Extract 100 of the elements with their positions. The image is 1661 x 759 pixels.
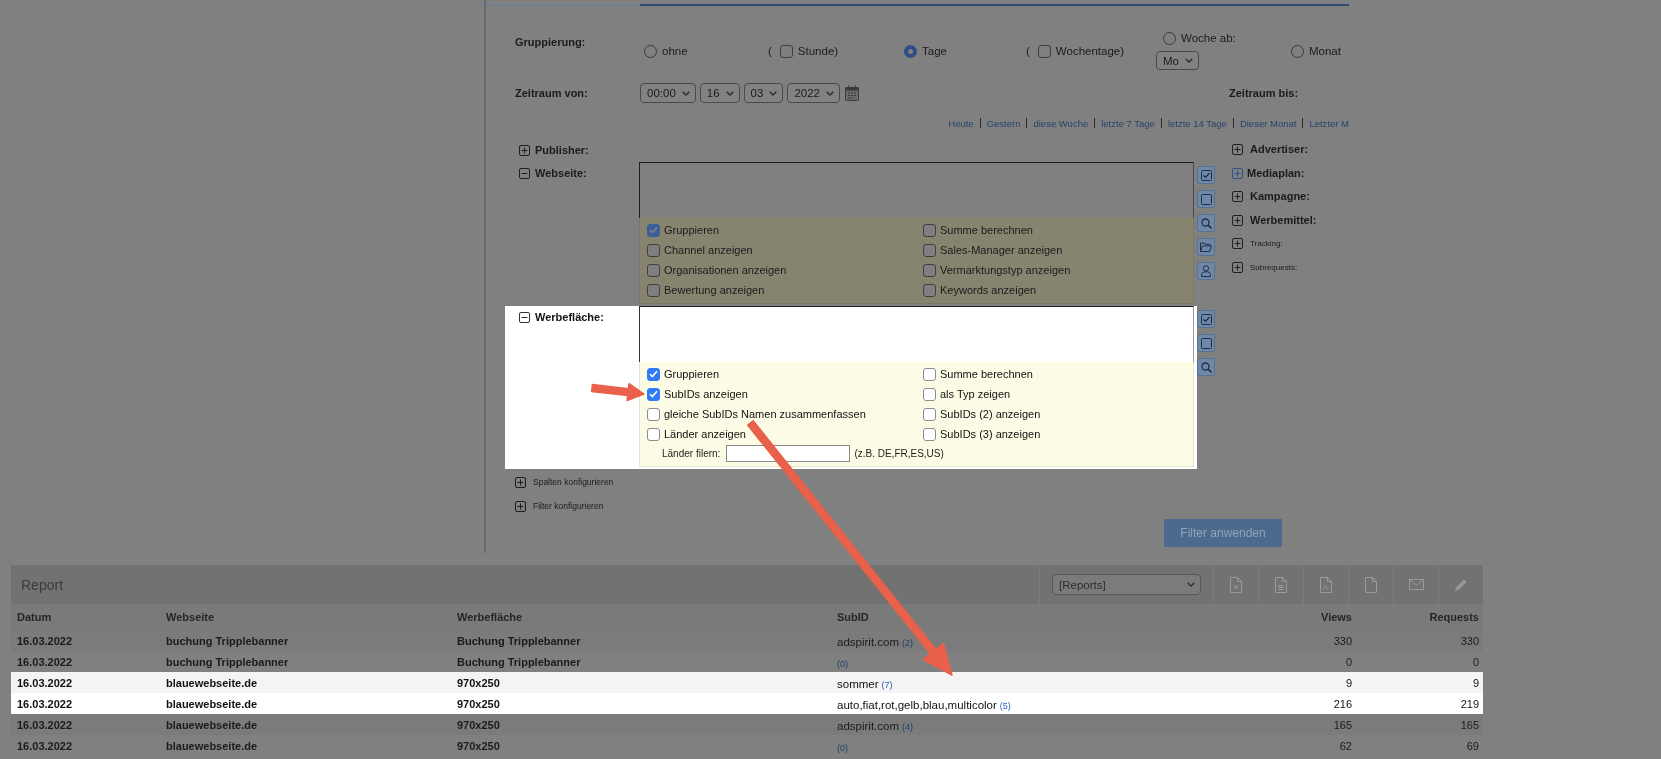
date-range-link[interactable]: letzte 7 Tage xyxy=(1101,117,1155,129)
section-label[interactable]: Webseite: xyxy=(535,167,587,180)
option-label[interactable]: Gruppieren xyxy=(664,223,720,237)
checkbox[interactable] xyxy=(923,407,936,421)
empty-box-icon[interactable] xyxy=(1197,334,1215,352)
option-label[interactable]: Bewertung anzeigen xyxy=(664,283,765,297)
checkbox[interactable] xyxy=(1037,45,1051,58)
checkbox[interactable] xyxy=(923,387,936,401)
file-x-icon[interactable] xyxy=(1230,576,1242,593)
section-label[interactable]: Filter konfigurieren xyxy=(533,501,604,511)
calendar-icon[interactable] xyxy=(844,85,859,101)
section-label[interactable]: Publisher: xyxy=(535,143,589,157)
document-icon[interactable] xyxy=(1275,576,1287,593)
section-label[interactable]: Advertiser: xyxy=(1250,143,1309,157)
option-label[interactable]: Monat xyxy=(1309,45,1341,58)
section-label[interactable]: Mediaplan: xyxy=(1247,166,1305,180)
expand-icon[interactable] xyxy=(1232,261,1243,273)
option-label[interactable]: Woche ab: xyxy=(1181,32,1236,45)
checkbox[interactable] xyxy=(923,367,936,381)
date-range-link[interactable]: letzte 14 Tage xyxy=(1167,117,1227,129)
checkbox[interactable] xyxy=(923,283,936,297)
option-label[interactable]: SubIDs anzeigen xyxy=(664,387,748,401)
date-range-link[interactable]: Heute xyxy=(948,117,974,129)
count-link[interactable]: (5) xyxy=(999,700,1011,711)
collapse-icon[interactable] xyxy=(519,312,530,323)
checkbox[interactable] xyxy=(647,367,660,381)
empty-box-icon[interactable] xyxy=(1197,190,1215,208)
mail-icon[interactable] xyxy=(1408,579,1424,590)
expand-icon[interactable] xyxy=(515,476,526,488)
column-header[interactable]: Webseite xyxy=(160,604,451,630)
radio-button[interactable] xyxy=(904,45,917,58)
option-label[interactable]: Stunde) xyxy=(797,45,839,58)
pencil-icon[interactable] xyxy=(1454,577,1468,592)
radio-button[interactable] xyxy=(1291,45,1304,58)
checkbox[interactable] xyxy=(779,45,793,58)
count-link[interactable]: (0) xyxy=(837,742,848,753)
list-field[interactable] xyxy=(639,162,1194,218)
option-label[interactable]: gleiche SubIDs Namen zusammenfassen xyxy=(664,407,866,421)
date-select[interactable]: 2022 xyxy=(787,83,840,103)
expand-icon[interactable] xyxy=(1232,167,1243,179)
option-label[interactable]: Wochentage) xyxy=(1055,45,1125,58)
checkbox[interactable] xyxy=(923,263,936,277)
column-header[interactable]: Requests xyxy=(1356,604,1483,630)
option-label[interactable]: ohne xyxy=(662,45,688,58)
option-label[interactable]: Länder anzeigen xyxy=(664,427,746,441)
date-range-link[interactable]: Letzter M xyxy=(1309,117,1349,129)
column-header[interactable]: Werbefläche xyxy=(451,604,831,630)
expand-icon[interactable] xyxy=(1232,214,1243,226)
expand-icon[interactable] xyxy=(515,500,526,512)
date-select[interactable]: 00:00 xyxy=(640,83,696,103)
checked-box-icon[interactable] xyxy=(1197,310,1215,328)
count-link[interactable]: (2) xyxy=(902,637,913,648)
checkbox[interactable] xyxy=(647,263,660,277)
checkbox[interactable] xyxy=(647,407,660,421)
checkbox[interactable] xyxy=(923,427,936,441)
expand-icon[interactable] xyxy=(519,144,530,156)
option-label[interactable]: als Typ zeigen xyxy=(940,387,1011,401)
option-label[interactable]: Organisationen anzeigen xyxy=(664,263,787,277)
file-icon[interactable] xyxy=(1365,576,1377,593)
option-label[interactable]: Keywords anzeigen xyxy=(940,283,1036,297)
section-label[interactable]: Werbefläche: xyxy=(535,311,604,324)
count-link[interactable]: (4) xyxy=(902,721,913,732)
section-label[interactable]: Werbemittel: xyxy=(1250,213,1317,227)
expand-icon[interactable] xyxy=(1232,191,1243,203)
date-range-link[interactable]: diese Woche xyxy=(1033,117,1089,129)
section-label[interactable]: Spalten konfigurieren xyxy=(533,477,614,487)
date-select[interactable]: 16 xyxy=(699,83,740,103)
report-select[interactable]: [Reports] xyxy=(1052,574,1201,595)
section-label[interactable]: Tracking: xyxy=(1250,237,1283,251)
section-label[interactable]: Subrequests: xyxy=(1250,260,1298,274)
radio-button[interactable] xyxy=(644,45,657,58)
date-range-link[interactable]: Gestern xyxy=(986,117,1021,129)
apply-filter-button[interactable]: Filter anwenden xyxy=(1164,519,1282,547)
section-label[interactable]: Kampagne: xyxy=(1250,190,1310,204)
date-range-link[interactable]: Dieser Monat xyxy=(1239,117,1297,129)
count-link[interactable]: (0) xyxy=(837,658,848,669)
option-label[interactable]: Summe berechnen xyxy=(940,223,1033,237)
list-field[interactable] xyxy=(639,306,1194,362)
expand-icon[interactable] xyxy=(1232,144,1243,156)
file-curve-icon[interactable] xyxy=(1320,576,1332,593)
option-label[interactable]: Channel anzeigen xyxy=(664,243,753,257)
column-header[interactable]: Datum xyxy=(11,604,160,630)
date-select[interactable]: 03 xyxy=(743,83,784,103)
checkbox[interactable] xyxy=(647,427,660,441)
search-icon[interactable] xyxy=(1197,214,1215,232)
option-label[interactable]: Sales-Manager anzeigen xyxy=(940,243,1063,257)
option-label[interactable]: Gruppieren xyxy=(664,367,720,381)
folder-icon[interactable] xyxy=(1197,238,1215,256)
checkbox[interactable] xyxy=(647,387,660,401)
checked-box-icon[interactable] xyxy=(1197,166,1215,184)
weekday-select[interactable]: Mo xyxy=(1156,51,1199,70)
checkbox[interactable] xyxy=(923,223,936,237)
radio-button[interactable] xyxy=(1163,32,1176,45)
column-header[interactable]: SubID xyxy=(831,604,1100,630)
country-filter-field[interactable] xyxy=(726,445,851,462)
option-label[interactable]: SubIDs (3) anzeigen xyxy=(940,427,1041,441)
checkbox[interactable] xyxy=(647,243,660,257)
option-label[interactable]: Vermarktungstyp anzeigen xyxy=(940,263,1071,277)
user-icon[interactable] xyxy=(1197,262,1215,280)
search-icon[interactable] xyxy=(1197,358,1215,376)
